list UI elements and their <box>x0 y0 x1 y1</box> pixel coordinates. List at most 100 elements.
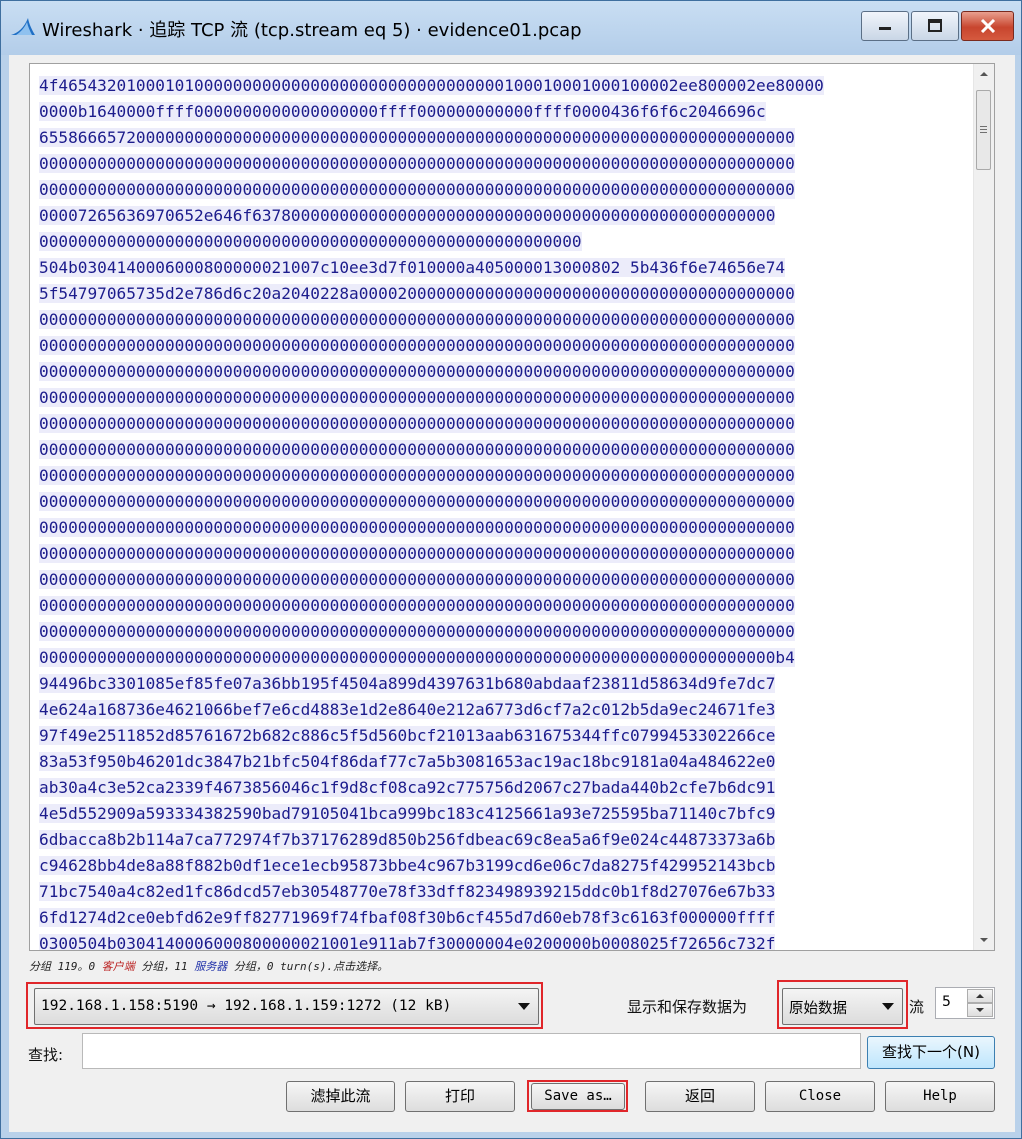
stream-text-line[interactable]: 97f49e2511852d85761672b682c886c5f5d560bc… <box>39 723 959 749</box>
scroll-down-arrow-icon[interactable] <box>974 930 994 950</box>
stream-text-line-content: 0000000000000000000000000000000000000000… <box>39 492 795 511</box>
stream-text-line-content: 00007265636970652e646f637800000000000000… <box>39 206 776 225</box>
stream-content-pane[interactable]: 4f46543201000101000000000000000000000000… <box>29 63 995 951</box>
stream-text-line[interactable]: 0000000000000000000000000000000000000000… <box>39 463 959 489</box>
stream-text-line[interactable]: 83a53f950b46201dc3847b21bfc504f86daf77c7… <box>39 749 959 775</box>
stream-text-line-content: 0000000000000000000000000000000000000000… <box>39 622 795 641</box>
stream-text-line-content: 504b0304140006000800000021007c10ee3d7f01… <box>39 258 786 277</box>
stream-text-line[interactable]: 6dbacca8b2b114a7ca772974f7b37176289d850b… <box>39 827 959 853</box>
stream-number-spinbox[interactable]: 5 <box>935 987 995 1019</box>
stream-text-line-content: 0000000000000000000000000000000000000000… <box>39 648 795 667</box>
stream-text-line[interactable]: 0000000000000000000000000000000000000000… <box>39 515 959 541</box>
stream-text-line-content: 5f54797065735d2e786d6c20a2040228a0000200… <box>39 284 795 303</box>
stream-text-line[interactable]: 5f54797065735d2e786d6c20a2040228a0000200… <box>39 281 959 307</box>
stream-number-value[interactable]: 5 <box>942 994 951 1010</box>
stream-text-line[interactable]: 0000000000000000000000000000000000000000… <box>39 567 959 593</box>
stream-text-line[interactable]: 0000b1640000ffff0000000000000000000ffff0… <box>39 99 959 125</box>
stream-text-line[interactable]: 0000000000000000000000000000000000000000… <box>39 177 959 203</box>
filter-out-stream-button[interactable]: 滤掉此流 <box>286 1081 395 1112</box>
stream-text-line-content: 0000000000000000000000000000000000000000… <box>39 388 795 407</box>
stream-text-line[interactable]: 0000000000000000000000000000000000000000… <box>39 437 959 463</box>
stream-text-line[interactable]: 6fd1274d2ce0ebfd62e9ff82771969f74fbaf08f… <box>39 905 959 931</box>
find-label: 查找: <box>28 1046 64 1064</box>
follow-tcp-stream-window: Wireshark · 追踪 TCP 流 (tcp.stream eq 5) ·… <box>0 0 1022 1139</box>
spin-down-icon[interactable] <box>967 1003 993 1017</box>
stream-text-line[interactable]: 0000000000000000000000000000000000000000… <box>39 619 959 645</box>
find-next-button[interactable]: 查找下一个(N) <box>867 1036 995 1069</box>
spin-up-icon[interactable] <box>967 989 993 1003</box>
print-button[interactable]: 打印 <box>405 1081 515 1112</box>
stream-text-line[interactable]: 4f46543201000101000000000000000000000000… <box>39 73 959 99</box>
stream-text-line[interactable]: 0300504b0304140006000800000021001e911ab7… <box>39 931 959 951</box>
stream-text-line[interactable]: 0000000000000000000000000000000000000000… <box>39 489 959 515</box>
stream-text-line-content: 0000000000000000000000000000000000000000… <box>39 570 795 589</box>
stream-text-line-content: 0000000000000000000000000000000000000000… <box>39 336 795 355</box>
stream-text-line[interactable]: 6558666572000000000000000000000000000000… <box>39 125 959 151</box>
close-window-button[interactable] <box>961 11 1014 41</box>
stream-text-line[interactable]: ab30a4c3e52ca2339f4673856046c1f9d8cf08ca… <box>39 775 959 801</box>
stream-text-line-content: 0000000000000000000000000000000000000000… <box>39 544 795 563</box>
server-label: 服务器 <box>194 960 228 973</box>
scroll-up-arrow-icon[interactable] <box>974 64 994 84</box>
help-button[interactable]: Help <box>885 1081 995 1112</box>
stream-text-line-content: 4e5d552909a593334382590bad79105041bca999… <box>39 804 776 823</box>
stream-text-line[interactable]: 0000000000000000000000000000000000000000… <box>39 541 959 567</box>
stream-text-line[interactable]: 71bc7540a4c82ed1fc86dcd57eb30548770e78f3… <box>39 879 959 905</box>
scrollbar-thumb[interactable] <box>976 90 991 170</box>
stream-text-line-content: 94496bc3301085ef85fe07a36bb195f4504a899d… <box>39 674 776 693</box>
title-bar[interactable]: Wireshark · 追踪 TCP 流 (tcp.stream eq 5) ·… <box>1 1 1021 55</box>
stream-text-line-content: 0000000000000000000000000000000000000000… <box>39 596 795 615</box>
stream-text-line-content: 4e624a168736e4621066bef7e6cd4883e1d2e864… <box>39 700 776 719</box>
minimize-button[interactable] <box>861 11 909 41</box>
stream-text-line[interactable]: 504b0304140006000800000021007c10ee3d7f01… <box>39 255 959 281</box>
display-as-label: 显示和保存数据为 <box>627 998 748 1016</box>
stream-text-line[interactable]: 0000000000000000000000000000000000000000… <box>39 151 959 177</box>
stream-text-line-content: 83a53f950b46201dc3847b21bfc504f86daf77c7… <box>39 752 776 771</box>
stream-text[interactable]: 4f46543201000101000000000000000000000000… <box>39 73 959 951</box>
stream-stats: 分组 119。0 客户端 分组，11 服务器 分组，0 turn(s).点击选择… <box>29 958 388 974</box>
stream-text-line-content: 0000000000000000000000000000000000000000… <box>39 466 795 485</box>
stream-text-line[interactable]: 0000000000000000000000000000000000000000… <box>39 307 959 333</box>
stream-text-line[interactable]: 0000000000000000000000000000000000000000… <box>39 593 959 619</box>
stream-text-line-content: 0300504b0304140006000800000021001e911ab7… <box>39 934 776 951</box>
close-icon <box>980 19 995 33</box>
close-button[interactable]: Close <box>765 1081 875 1112</box>
wireshark-fin-icon <box>11 18 35 35</box>
stats-middle: 分组，11 <box>134 960 195 973</box>
stream-text-line-content: ab30a4c3e52ca2339f4673856046c1f9d8cf08ca… <box>39 778 776 797</box>
window-title: Wireshark · 追踪 TCP 流 (tcp.stream eq 5) ·… <box>42 20 582 41</box>
stats-suffix: 分组，0 turn(s).点击选择。 <box>227 960 389 973</box>
maximize-button[interactable] <box>911 11 959 41</box>
stream-text-line[interactable]: 0000000000000000000000000000000000000000… <box>39 645 959 671</box>
back-button[interactable]: 返回 <box>645 1081 755 1112</box>
stream-text-line-content: 0000000000000000000000000000000000000000… <box>39 362 795 381</box>
stream-text-line[interactable]: 4e5d552909a593334382590bad79105041bca999… <box>39 801 959 827</box>
vertical-scrollbar[interactable] <box>973 64 994 950</box>
stream-text-line[interactable]: c94628bb4de8a88f882b0df1ece1ecb95873bbe4… <box>39 853 959 879</box>
stream-text-line-content: 0000b1640000ffff0000000000000000000ffff0… <box>39 102 766 121</box>
stream-text-line-content: 0000000000000000000000000000000000000000… <box>39 440 795 459</box>
stream-text-line[interactable]: 00007265636970652e646f637800000000000000… <box>39 203 959 229</box>
stream-text-line-content: 0000000000000000000000000000000000000000… <box>39 232 582 251</box>
stream-text-line[interactable]: 0000000000000000000000000000000000000000… <box>39 385 959 411</box>
stream-text-line[interactable]: 4e624a168736e4621066bef7e6cd4883e1d2e864… <box>39 697 959 723</box>
stream-text-line-content: 0000000000000000000000000000000000000000… <box>39 518 795 537</box>
stream-text-line-content: 0000000000000000000000000000000000000000… <box>39 310 795 329</box>
stream-text-line-content: 6dbacca8b2b114a7ca772974f7b37176289d850b… <box>39 830 776 849</box>
client-label: 客户端 <box>101 960 135 973</box>
highlight-box <box>26 982 543 1029</box>
stream-text-line-content: 71bc7540a4c82ed1fc86dcd57eb30548770e78f3… <box>39 882 776 901</box>
stream-text-line-content: 0000000000000000000000000000000000000000… <box>39 154 795 173</box>
stream-text-line[interactable]: 94496bc3301085ef85fe07a36bb195f4504a899d… <box>39 671 959 697</box>
stream-text-line-content: 4f46543201000101000000000000000000000000… <box>39 76 824 95</box>
minimize-icon <box>879 27 891 30</box>
stream-text-line-content: 6558666572000000000000000000000000000000… <box>39 128 795 147</box>
stream-text-line[interactable]: 0000000000000000000000000000000000000000… <box>39 229 959 255</box>
highlight-box <box>527 1080 628 1112</box>
stream-text-line-content: 0000000000000000000000000000000000000000… <box>39 180 795 199</box>
stream-text-line[interactable]: 0000000000000000000000000000000000000000… <box>39 333 959 359</box>
stream-text-line-content: 0000000000000000000000000000000000000000… <box>39 414 795 433</box>
stream-text-line[interactable]: 0000000000000000000000000000000000000000… <box>39 411 959 437</box>
stream-text-line[interactable]: 0000000000000000000000000000000000000000… <box>39 359 959 385</box>
find-input[interactable] <box>82 1033 861 1069</box>
